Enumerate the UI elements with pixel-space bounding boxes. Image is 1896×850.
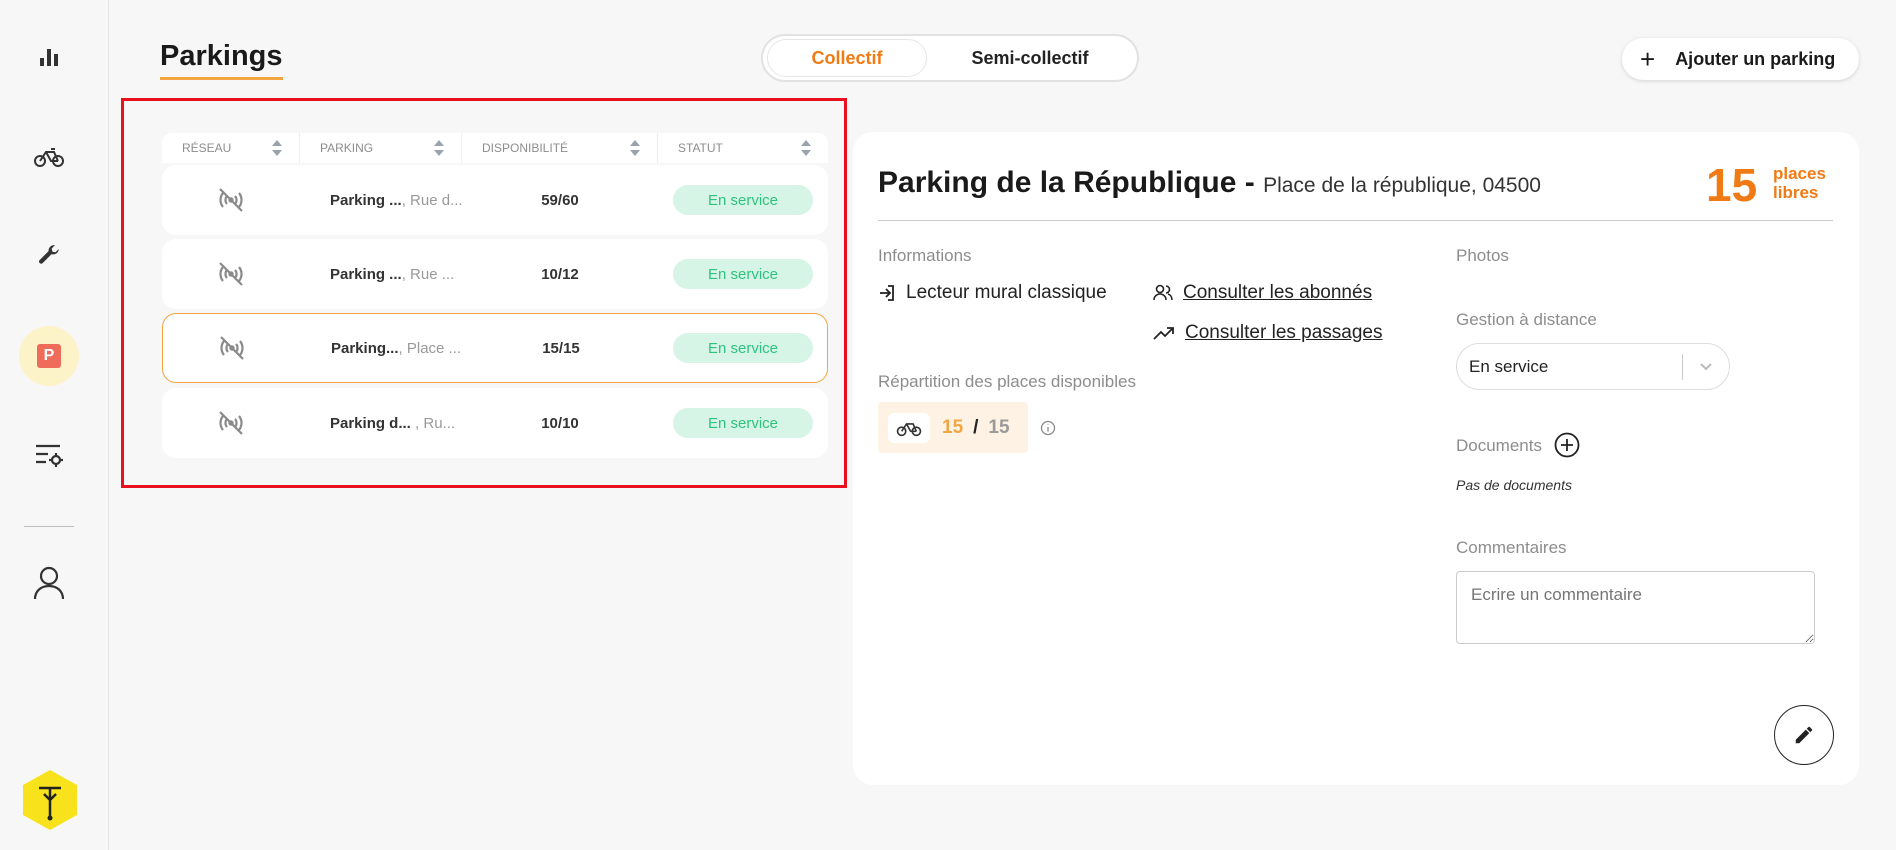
- no-signal-icon: [219, 188, 243, 212]
- bar-chart-icon: [40, 49, 58, 66]
- table-row[interactable]: Parking ..., Rue ... 10/12 En service: [162, 239, 828, 309]
- reader-type: Lecteur mural classique: [878, 282, 1107, 304]
- informations-label: Informations: [878, 246, 972, 265]
- availability: 10/10: [541, 414, 579, 432]
- detail-title: Parking de la République - Place de la r…: [878, 166, 1541, 199]
- add-parking-button[interactable]: + Ajouter un parking: [1622, 38, 1859, 80]
- parking-name: Parking ..., Rue ...: [330, 265, 455, 283]
- documents-label: Documents: [1456, 436, 1542, 455]
- detail-address: Place de la république, 04500: [1263, 174, 1541, 197]
- brand-logo-icon: [23, 770, 77, 830]
- page-title: Parkings: [160, 40, 283, 80]
- nav-bikes[interactable]: [24, 132, 74, 182]
- trending-up-icon: [1153, 327, 1174, 340]
- no-signal-icon: [219, 411, 243, 435]
- parking-detail-panel: Parking de la République - Place de la r…: [853, 132, 1859, 785]
- availability: 15/15: [542, 339, 580, 357]
- nav-settings[interactable]: [24, 430, 74, 480]
- login-icon: [880, 285, 894, 301]
- status-badge: En service: [673, 333, 813, 363]
- free-places-count: 15: [1706, 159, 1758, 211]
- status-badge: En service: [673, 408, 813, 438]
- distribution-label: Répartition des places disponibles: [878, 372, 1136, 391]
- status-badge: En service: [673, 259, 813, 289]
- bike-icon: [34, 148, 64, 167]
- detail-divider: [878, 220, 1833, 221]
- remote-status-select[interactable]: En service: [1456, 343, 1730, 390]
- total-places: 15: [988, 416, 1010, 438]
- add-document-icon[interactable]: [1554, 432, 1580, 458]
- nav-profile[interactable]: [24, 558, 74, 608]
- places-distribution: 15 / 15: [878, 402, 1028, 453]
- table-row[interactable]: Parking ..., Rue d... 59/60 En service: [162, 165, 828, 235]
- table-row[interactable]: Parking d... , Ru... 10/10 En service: [162, 388, 828, 458]
- column-header-reseau[interactable]: Réseau: [162, 133, 300, 163]
- mode-toggle: Collectif Semi-collectif: [761, 34, 1139, 82]
- sidebar: P: [0, 0, 109, 850]
- sort-icon: [630, 140, 640, 156]
- users-icon: [1153, 284, 1173, 301]
- toggle-collectif[interactable]: Collectif: [767, 39, 927, 77]
- nav-parkings[interactable]: P: [19, 326, 79, 386]
- sort-icon: [434, 140, 444, 156]
- column-header-statut[interactable]: Statut: [658, 133, 828, 163]
- bike-icon: [896, 422, 922, 436]
- wrench-icon: [39, 245, 59, 264]
- comment-textarea[interactable]: [1456, 571, 1815, 644]
- subscribers-link[interactable]: Consulter les abonnés: [1153, 282, 1372, 304]
- status-badge: En service: [673, 185, 813, 215]
- info-icon[interactable]: [1040, 420, 1056, 436]
- no-documents-text: Pas de documents: [1456, 477, 1572, 493]
- availability: 59/60: [541, 191, 579, 209]
- table-header: Réseau Parking Disponibilité Statut: [162, 133, 828, 163]
- available-places: 15: [942, 416, 964, 438]
- list-settings-icon: [36, 444, 63, 467]
- parking-icon: P: [37, 344, 61, 368]
- free-places-label: places libres: [1773, 164, 1826, 202]
- sort-icon: [272, 140, 282, 156]
- no-signal-icon: [219, 262, 243, 286]
- parking-name: Parking ..., Rue d...: [330, 191, 462, 209]
- user-icon: [33, 566, 65, 600]
- toggle-semi-collectif[interactable]: Semi-collectif: [927, 39, 1133, 77]
- column-header-disponibilite[interactable]: Disponibilité: [462, 133, 658, 163]
- column-header-parking[interactable]: Parking: [300, 133, 462, 163]
- parking-name: Parking d... , Ru...: [330, 414, 456, 432]
- parking-name: Parking..., Place ...: [331, 339, 462, 357]
- pencil-icon: [1795, 726, 1813, 744]
- passages-link[interactable]: Consulter les passages: [1153, 322, 1383, 344]
- table-row-selected[interactable]: Parking..., Place ... 15/15 En service: [162, 313, 828, 383]
- photos-label: Photos: [1456, 246, 1509, 265]
- sort-icon: [801, 140, 811, 156]
- nav-maintenance[interactable]: [24, 230, 74, 280]
- add-parking-label: Ajouter un parking: [1675, 48, 1836, 69]
- plus-icon: +: [1640, 44, 1656, 74]
- no-signal-icon: [220, 336, 244, 360]
- nav-statistics[interactable]: [24, 32, 74, 82]
- edit-button[interactable]: [1774, 705, 1834, 765]
- sidebar-divider: [24, 526, 74, 527]
- availability: 10/12: [541, 265, 579, 283]
- chevron-down-icon: [1700, 363, 1712, 371]
- remote-management-label: Gestion à distance: [1456, 310, 1597, 329]
- comments-label: Commentaires: [1456, 538, 1567, 557]
